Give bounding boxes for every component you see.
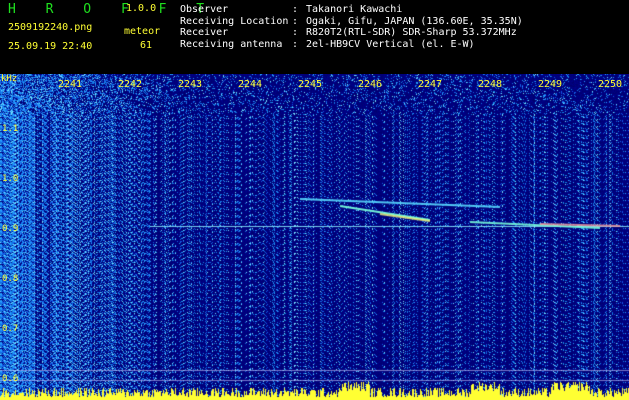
time-tick: 2246 [358, 79, 383, 90]
freq-tick: 1.0 [2, 174, 19, 184]
spectrogram: kHz 2241 2242 2243 2244 2245 2246 2247 2… [0, 74, 629, 400]
freq-tick: 1.1 [2, 124, 19, 134]
detection-count: 61 [140, 40, 153, 51]
time-tick: 2241 [58, 79, 83, 90]
station-info: Observer: Takanori Kawachi Receiving Loc… [180, 4, 523, 50]
info-row-location: Receiving Location: Ogaki, Gifu, JAPAN (… [180, 15, 523, 27]
freq-tick: 0.6 [2, 374, 19, 384]
info-row-observer: Observer: Takanori Kawachi [180, 4, 403, 15]
header-panel: H R O F F T 1.0.0 2509192240.png meteor … [0, 0, 629, 74]
time-tick: 2242 [118, 79, 143, 90]
frequency-unit-label: kHz [1, 74, 18, 84]
time-tick: 2243 [178, 79, 203, 90]
waterfall-canvas [0, 74, 629, 400]
freq-tick: 0.8 [2, 274, 19, 284]
detection-label: meteor [124, 26, 161, 37]
time-tick: 2244 [238, 79, 263, 90]
time-tick: 2247 [418, 79, 443, 90]
info-row-receiver: Receiver: R820T2(RTL-SDR) SDR-Sharp 53.3… [180, 27, 517, 39]
time-tick: 2248 [478, 79, 503, 90]
image-filename: 2509192240.png [8, 22, 93, 33]
app-version: 1.0.0 [126, 3, 157, 14]
freq-tick: 0.7 [2, 324, 19, 334]
observation-datetime: 25.09.19 22:40 [8, 41, 93, 52]
info-row-antenna: Receiving antenna: 2el-HB9CV Vertical (e… [180, 38, 475, 50]
time-tick: 2245 [298, 79, 323, 90]
time-tick: 2250 [598, 79, 623, 90]
freq-tick: 0.9 [2, 224, 19, 234]
time-tick: 2249 [538, 79, 563, 90]
